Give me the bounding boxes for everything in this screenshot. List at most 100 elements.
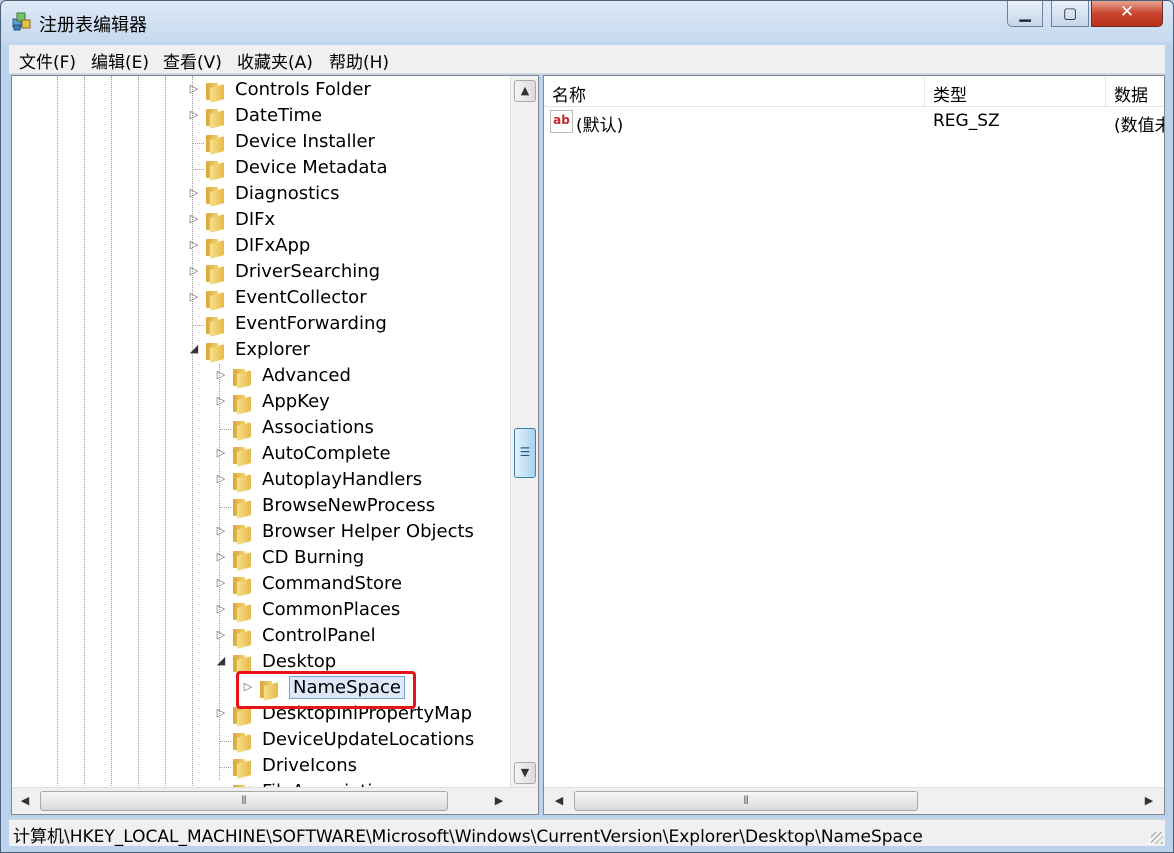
folder-icon — [204, 289, 226, 311]
folder-icon — [204, 133, 226, 155]
expand-arrow-icon[interactable]: ▷ — [188, 290, 200, 303]
menu-view[interactable]: 查看(V) — [163, 48, 222, 73]
minimize-button[interactable]: ▁ — [1007, 1, 1043, 27]
maximize-button[interactable]: ▢ — [1051, 1, 1089, 27]
tree-item-label: DeviceUpdateLocations — [262, 729, 475, 750]
tree-horizontal-scrollbar[interactable]: ◀ ⦀ ▶ — [12, 787, 538, 814]
expand-arrow-icon[interactable]: ▷ — [215, 602, 227, 615]
tree-item[interactable]: ▷ CommandStore — [12, 572, 510, 598]
expand-arrow-icon[interactable]: ▷ — [215, 446, 227, 459]
folder-icon — [204, 211, 226, 233]
tree-item[interactable]: DriveIcons — [12, 754, 510, 780]
expand-arrow-icon[interactable]: ▷ — [188, 238, 200, 251]
expand-arrow-icon[interactable]: ▷ — [188, 264, 200, 277]
tree-item[interactable]: Device Metadata — [12, 156, 510, 182]
string-value-icon: ab — [550, 110, 573, 133]
value-name: (默认) — [576, 116, 624, 136]
values-list-pane[interactable]: 名称 类型 数据 ab (默认) REG_SZ (数值未 ◀ ⦀ ▶ — [543, 75, 1165, 815]
registry-editor-window: 注册表编辑器 ▁ ▢ ✕ 文件(F) 编辑(E) 查看(V) 收藏夹(A) 帮助… — [0, 0, 1174, 853]
scroll-down-button[interactable]: ▼ — [514, 762, 536, 784]
expand-arrow-icon[interactable]: ▷ — [188, 212, 200, 225]
column-data-header[interactable]: 数据 — [1106, 76, 1164, 106]
expand-arrow-icon[interactable]: ▷ — [215, 576, 227, 589]
folder-icon — [231, 471, 253, 493]
expand-arrow-icon[interactable]: ▷ — [215, 706, 227, 719]
tree-item[interactable]: ▷ CD Burning — [12, 546, 510, 572]
tree-item-label: CommandStore — [262, 573, 403, 594]
expand-arrow-icon[interactable]: ▷ — [188, 186, 200, 199]
list-scroll-left-button[interactable]: ◀ — [550, 791, 568, 811]
tree-item[interactable]: ▷ ControlPanel — [12, 624, 510, 650]
tree-item[interactable]: ▷ AutoComplete — [12, 442, 510, 468]
expand-arrow-icon[interactable]: ▷ — [215, 524, 227, 537]
scroll-right-button[interactable]: ▶ — [490, 791, 508, 811]
folder-icon — [231, 523, 253, 545]
tree-item[interactable]: ▷ DriverSearching — [12, 260, 510, 286]
tree-hscroll-thumb[interactable]: ⦀ — [40, 791, 448, 811]
tree-item[interactable]: Associations — [12, 416, 510, 442]
value-row[interactable]: ab (默认) REG_SZ (数值未 — [544, 109, 1164, 136]
tree-item[interactable]: ▷ Controls Folder — [12, 78, 510, 104]
expand-arrow-icon[interactable]: ▷ — [215, 394, 227, 407]
close-button[interactable]: ✕ — [1091, 1, 1163, 27]
scroll-left-button[interactable]: ◀ — [16, 791, 34, 811]
menu-edit[interactable]: 编辑(E) — [91, 48, 149, 73]
expand-arrow-icon[interactable]: ▷ — [215, 472, 227, 485]
tree-item-label: Controls Folder — [235, 79, 371, 100]
arrow-down-icon: ▼ — [520, 766, 530, 779]
menu-favorites[interactable]: 收藏夹(A) — [237, 48, 313, 73]
tree-item[interactable]: ▷ Browser Helper Objects — [12, 520, 510, 546]
list-header: 名称 类型 数据 — [544, 76, 1164, 107]
tree-scroll-thumb[interactable]: ☰ — [514, 428, 536, 478]
namespace-highlight-box — [236, 671, 416, 709]
folder-icon — [204, 107, 226, 129]
tree-item-label: DIFx — [235, 209, 276, 230]
tree-guide-line — [219, 507, 231, 508]
value-type: REG_SZ — [933, 111, 1000, 131]
resize-grip-icon[interactable] — [1151, 832, 1163, 844]
tree-item[interactable]: ▷ DateTime — [12, 104, 510, 130]
tree-item[interactable]: BrowseNewProcess — [12, 494, 510, 520]
key-tree-pane[interactable]: ▷ Controls Folder ▷ DateTime Device Installe… — [11, 75, 539, 815]
tree-item-label: DriverSearching — [235, 261, 381, 282]
tree-item[interactable]: ▷ DIFx — [12, 208, 510, 234]
tree-item[interactable]: Device Installer — [12, 130, 510, 156]
expand-arrow-icon[interactable]: ▷ — [215, 550, 227, 563]
list-scroll-right-button[interactable]: ▶ — [1140, 791, 1158, 811]
column-type-header[interactable]: 类型 — [925, 76, 1106, 106]
expand-arrow-icon[interactable]: ▷ — [188, 82, 200, 95]
folder-icon — [204, 315, 226, 337]
tree-item[interactable]: ▷ AutoplayHandlers — [12, 468, 510, 494]
tree-vertical-scrollbar[interactable]: ▲ ☰ ▼ — [510, 76, 538, 788]
menu-help[interactable]: 帮助(H) — [329, 48, 389, 73]
tree-item-label: Device Metadata — [235, 157, 388, 178]
tree-item[interactable]: ▷ Diagnostics — [12, 182, 510, 208]
tree-item-label: Diagnostics — [235, 183, 340, 204]
tree-item[interactable]: ▷ Advanced — [12, 364, 510, 390]
list-horizontal-scrollbar[interactable]: ◀ ⦀ ▶ — [544, 787, 1164, 814]
tree-item[interactable]: ◢ Explorer — [12, 338, 510, 364]
tree-item[interactable]: ▷ CommonPlaces — [12, 598, 510, 624]
expand-arrow-icon[interactable]: ▷ — [215, 368, 227, 381]
expand-arrow-icon[interactable]: ▷ — [188, 108, 200, 121]
tree-item-label: CD Burning — [262, 547, 365, 568]
tree-guide-line — [192, 143, 204, 144]
maximize-icon: ▢ — [1062, 4, 1078, 22]
tree-item-label: AppKey — [262, 391, 330, 412]
tree-item[interactable]: DeviceUpdateLocations — [12, 728, 510, 754]
tree-item[interactable]: ▷ EventCollector — [12, 286, 510, 312]
list-hscroll-thumb[interactable]: ⦀ — [574, 791, 918, 811]
collapse-arrow-icon[interactable]: ◢ — [188, 342, 200, 355]
menu-file[interactable]: 文件(F) — [19, 48, 76, 73]
tree-item-label: Advanced — [262, 365, 351, 386]
tree-item[interactable]: ▷ AppKey — [12, 390, 510, 416]
folder-icon — [204, 263, 226, 285]
expand-arrow-icon[interactable]: ▷ — [215, 628, 227, 641]
scroll-up-button[interactable]: ▲ — [514, 80, 536, 102]
folder-icon — [204, 341, 226, 363]
tree-item[interactable]: EventForwarding — [12, 312, 510, 338]
column-name-header[interactable]: 名称 — [544, 76, 925, 106]
title-bar[interactable]: 注册表编辑器 ▁ ▢ ✕ — [1, 1, 1173, 41]
collapse-arrow-icon[interactable]: ◢ — [215, 654, 227, 667]
tree-item[interactable]: ▷ DIFxApp — [12, 234, 510, 260]
